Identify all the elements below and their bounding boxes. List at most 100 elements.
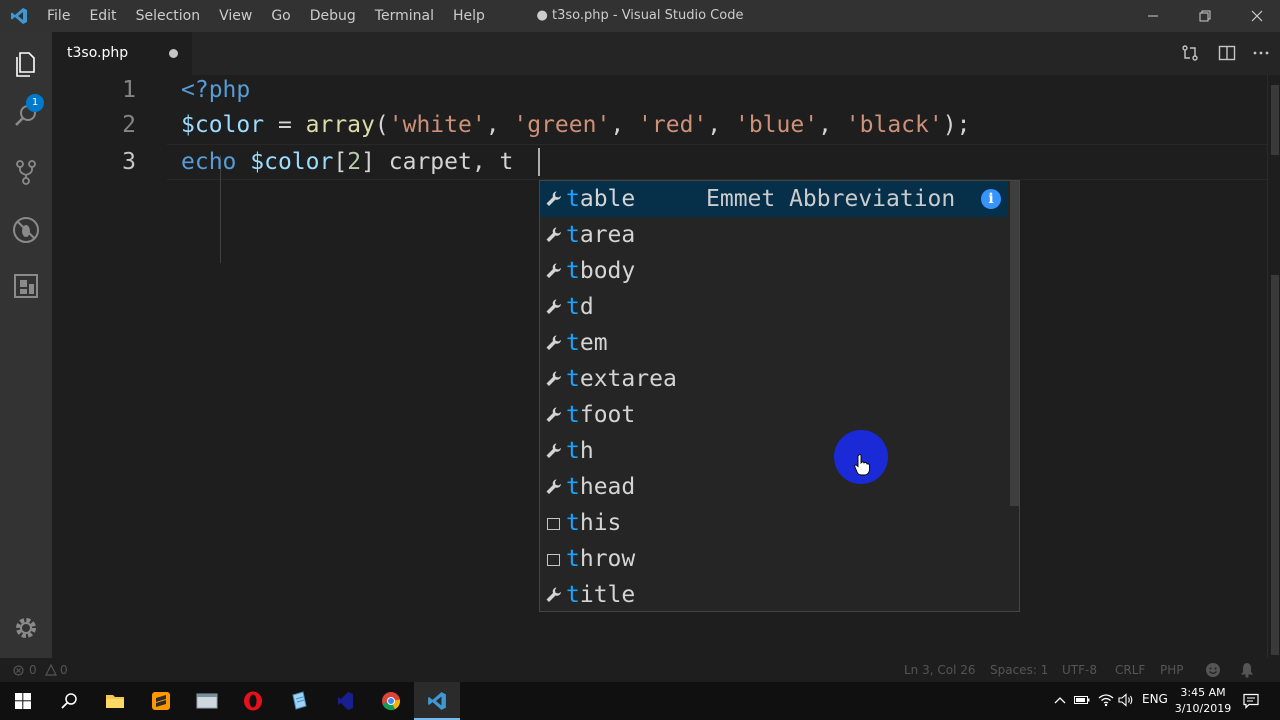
battery-icon[interactable]	[1074, 695, 1090, 705]
suggest-item[interactable]: throw	[540, 541, 1008, 577]
suggest-item-label: this	[566, 510, 622, 536]
start-button[interactable]	[0, 682, 46, 720]
cursor-position[interactable]: Ln 3, Col 26	[904, 663, 976, 677]
menu-view[interactable]: View	[219, 8, 252, 24]
menu-file[interactable]: File	[47, 8, 70, 24]
status-bar: 0 0 Ln 3, Col 26 Spaces: 1 UTF-8 CRLF PH…	[0, 658, 1280, 682]
suggest-item-label: td	[566, 294, 594, 320]
chevron-up-icon[interactable]	[1054, 695, 1066, 705]
suggest-item[interactable]: title	[540, 577, 1008, 611]
close-window-button[interactable]	[1234, 0, 1280, 32]
visual-studio-icon	[338, 692, 353, 710]
encoding-status[interactable]: UTF-8	[1062, 663, 1097, 677]
open-changes-icon[interactable]	[1181, 44, 1199, 62]
wrench-icon	[546, 587, 561, 602]
menu-selection[interactable]: Selection	[136, 8, 201, 24]
code-line[interactable]: $color = array('white', 'green', 'red', …	[181, 107, 970, 143]
title-bar: File Edit Selection View Go Debug Termin…	[0, 0, 1280, 32]
menu-debug[interactable]: Debug	[310, 8, 356, 24]
manage-button[interactable]	[0, 602, 52, 654]
minimize-button[interactable]	[1130, 0, 1176, 32]
extensions-icon	[14, 274, 38, 298]
error-icon[interactable]	[13, 665, 24, 676]
info-icon[interactable]: i	[981, 189, 1001, 209]
input-language[interactable]: ENG	[1142, 692, 1168, 706]
opera-icon	[244, 691, 262, 711]
suggest-item[interactable]: tfoot	[540, 397, 1008, 433]
warning-icon[interactable]	[45, 664, 57, 676]
scrollbar-marker	[1271, 275, 1279, 655]
files-icon	[16, 52, 35, 77]
keyword-icon	[547, 518, 560, 530]
taskbar-chrome[interactable]	[368, 682, 414, 720]
suggest-item-label: th	[566, 438, 594, 464]
tab-t3so-php[interactable]: t3so.php	[52, 32, 192, 75]
suggest-item[interactable]: tem	[540, 325, 1008, 361]
eol-status[interactable]: CRLF	[1115, 663, 1145, 677]
sublime-text-icon	[152, 692, 170, 710]
suggest-item[interactable]: th	[540, 433, 1008, 469]
suggest-item[interactable]: tbody	[540, 253, 1008, 289]
explorer-button[interactable]	[0, 38, 52, 90]
restore-button[interactable]	[1182, 0, 1228, 32]
taskbar-file-explorer[interactable]	[92, 682, 138, 720]
volume-icon[interactable]	[1118, 693, 1134, 707]
wrench-icon	[546, 443, 561, 458]
error-count[interactable]: 0	[29, 663, 37, 677]
extensions-button[interactable]	[0, 260, 52, 312]
unsaved-dot-icon[interactable]	[169, 49, 178, 58]
editor-vertical-scrollbar[interactable]	[1267, 75, 1280, 658]
code-line[interactable]: <?php	[181, 72, 250, 108]
taskbar-search-button[interactable]	[46, 682, 92, 720]
taskbar-notepad[interactable]	[276, 682, 322, 720]
taskbar-app-window[interactable]	[184, 682, 230, 720]
language-mode[interactable]: PHP	[1160, 663, 1184, 677]
hand-cursor-icon	[854, 454, 870, 476]
suggest-item[interactable]: this	[540, 505, 1008, 541]
suggest-item[interactable]: table Emmet Abbreviation i	[540, 181, 1008, 217]
wrench-icon	[546, 299, 561, 314]
source-control-button[interactable]	[0, 146, 52, 198]
suggest-item[interactable]: thead	[540, 469, 1008, 505]
wrench-icon	[546, 227, 561, 242]
search-view-button[interactable]	[0, 90, 52, 142]
notifications-bell-icon[interactable]	[1240, 662, 1254, 678]
activity-bar: 1	[0, 32, 52, 658]
action-center-icon[interactable]	[1243, 693, 1259, 709]
menu-go[interactable]: Go	[271, 8, 290, 24]
feedback-smiley-icon[interactable]	[1205, 662, 1221, 678]
taskbar-visual-studio[interactable]	[322, 682, 368, 720]
text-cursor	[538, 148, 540, 176]
suggest-scrollbar[interactable]	[1010, 181, 1019, 506]
wifi-icon[interactable]	[1098, 693, 1114, 707]
line-number: 3	[122, 149, 136, 175]
menu-edit[interactable]: Edit	[89, 8, 116, 24]
code-line[interactable]: echo $color[2] carpet, t	[181, 144, 513, 180]
more-actions-icon[interactable]	[1252, 44, 1270, 62]
menu-bar: File Edit Selection View Go Debug Termin…	[47, 0, 504, 32]
clock-time: 3:45 AM	[1180, 686, 1226, 699]
debug-icon	[13, 217, 39, 243]
suggest-widget: table Emmet Abbreviation i tarea tbody td tem t…	[539, 180, 1020, 612]
windows-logo-icon	[15, 693, 31, 709]
split-editor-icon[interactable]	[1218, 44, 1236, 62]
wrench-icon	[546, 263, 561, 278]
suggest-item[interactable]: tarea	[540, 217, 1008, 253]
indentation-status[interactable]: Spaces: 1	[990, 663, 1048, 677]
suggest-item-label: throw	[566, 546, 636, 572]
suggest-item-label: thead	[566, 474, 636, 500]
menu-help[interactable]: Help	[453, 8, 485, 24]
debug-view-button[interactable]	[0, 204, 52, 256]
taskbar-opera[interactable]	[230, 682, 276, 720]
wrench-icon	[546, 191, 561, 206]
warning-count[interactable]: 0	[60, 663, 68, 677]
source-control-icon	[16, 160, 36, 185]
clock[interactable]: 3:45 AM 3/10/2019	[1170, 685, 1236, 717]
menu-terminal[interactable]: Terminal	[375, 8, 434, 24]
wrench-icon	[546, 479, 561, 494]
taskbar-sublime-text[interactable]	[138, 682, 184, 720]
suggest-item[interactable]: td	[540, 289, 1008, 325]
suggest-item[interactable]: textarea	[540, 361, 1008, 397]
suggest-item-label: tarea	[566, 222, 636, 248]
taskbar-vscode[interactable]	[414, 682, 460, 720]
